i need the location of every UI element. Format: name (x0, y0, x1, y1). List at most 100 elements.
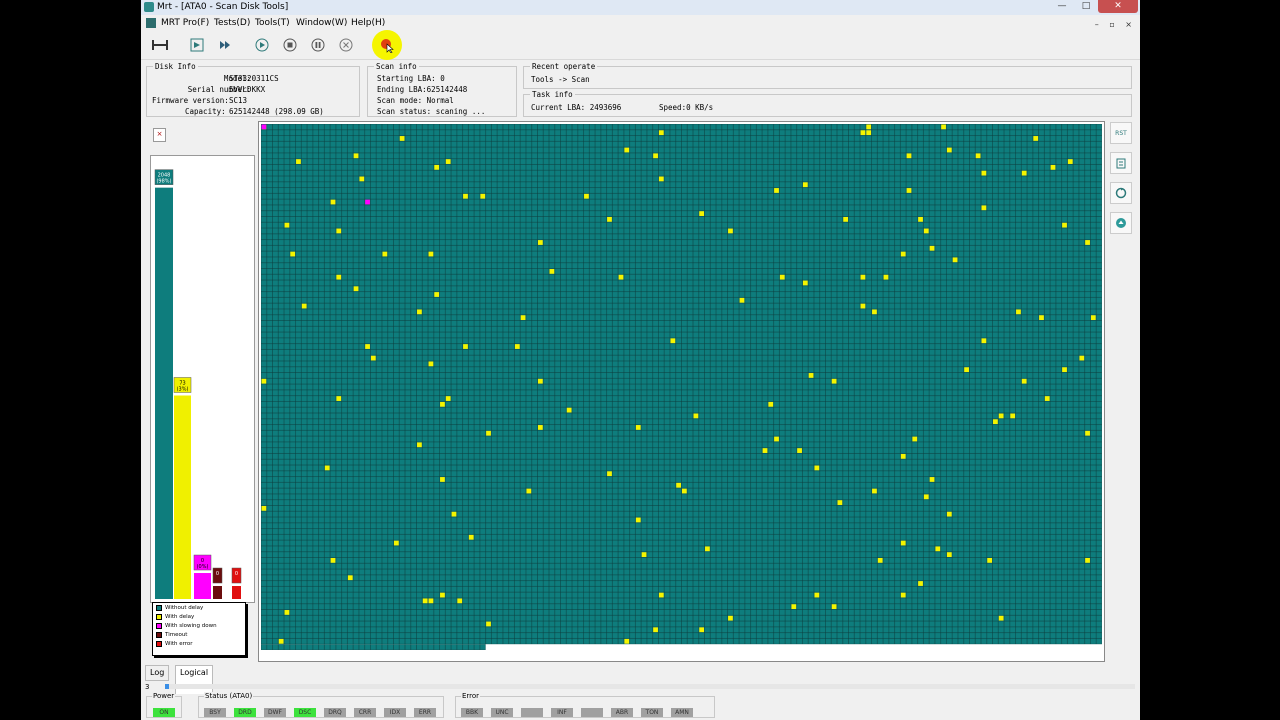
hist-value-label: (0%) (197, 564, 209, 570)
collapse-icon[interactable]: × (153, 128, 166, 142)
delay-block (1062, 367, 1067, 373)
ata-lamp-dwf: DWF (264, 708, 286, 717)
delay-block (1079, 355, 1085, 361)
legend-swatch (156, 622, 162, 629)
pause-button[interactable] (309, 36, 327, 54)
legend-label: Without delay (165, 604, 204, 611)
ata-lamp-idx: IDX (384, 708, 406, 717)
delay-block (843, 216, 849, 222)
delay-block (676, 482, 681, 488)
status-bar: Power ON Status (ATA0) BSY DRD DWF DSC DRQ CR… (141, 692, 1140, 720)
delay-block (929, 477, 935, 482)
delay-block (906, 153, 912, 159)
edit-button[interactable] (1110, 152, 1132, 174)
delay-block (278, 638, 284, 644)
power-lamp: ON (153, 708, 175, 717)
record-button[interactable] (378, 36, 396, 54)
delay-block (618, 274, 624, 280)
hist-value-label: (98%) (156, 179, 171, 185)
scan-settings-button[interactable] (188, 36, 206, 54)
cancel-button[interactable] (337, 36, 355, 54)
delay-block (693, 413, 699, 419)
delay-block (918, 581, 923, 586)
scan-mode: Scan mode: Normal (377, 96, 454, 105)
tab-log[interactable]: Log (145, 665, 170, 681)
delay-block (537, 240, 543, 245)
capacity-label: Capacity: (185, 107, 226, 116)
play-button[interactable] (253, 36, 271, 54)
slow-block (261, 124, 267, 130)
stop-button[interactable] (281, 36, 299, 54)
menu-tools[interactable]: Tools(T) (255, 15, 290, 31)
delay-block (1044, 396, 1050, 401)
delay-block (802, 280, 808, 286)
delay-block (831, 378, 837, 384)
reset-button[interactable]: RST (1110, 122, 1132, 144)
menu-mrt-pro[interactable]: MRT Pro(F) (161, 15, 209, 31)
delay-block (428, 251, 434, 257)
delay-block (658, 176, 664, 182)
minimize-button[interactable]: — (1050, 0, 1074, 13)
delay-block (946, 147, 952, 153)
delay-block (900, 592, 906, 598)
cancel-icon (339, 38, 353, 52)
delay-block (463, 193, 468, 199)
menu-window[interactable]: Window(W) (296, 15, 347, 31)
delay-block (860, 303, 866, 309)
error-group: Error BBK UNC INF ABR TON AMN (455, 692, 715, 718)
delay-block (514, 344, 520, 349)
maximize-button[interactable]: □ (1074, 0, 1098, 13)
delay-block (520, 315, 526, 321)
fast-forward-button[interactable] (216, 36, 234, 54)
delay-block (653, 153, 658, 159)
eject-icon (1116, 218, 1126, 228)
ata-status-group: Status (ATA0) BSY DRD DWF DSC DRQ CRR IDX ERR (198, 692, 444, 718)
capacity-value: 625142448 (298.09 GB) (229, 107, 324, 116)
delay-block (1090, 315, 1096, 321)
model-value: ST3320311CS (229, 74, 279, 83)
delay-block (330, 199, 336, 205)
delay-block (584, 193, 589, 199)
delay-block (607, 216, 612, 222)
legend-item-timeout: Timeout (156, 630, 245, 639)
delay-block (860, 274, 866, 280)
recent-operate-group: Recent operate Tools -> Scan (523, 62, 1132, 89)
legend-label: With slowing down (165, 622, 217, 629)
close-button[interactable]: ✕ (1098, 0, 1138, 13)
record-icon (381, 39, 394, 53)
delay-block (440, 477, 445, 482)
menu-bar: MRT Pro(F) Tests(D) Tools(T) Window(W) H… (141, 15, 1140, 31)
delay-block (428, 598, 434, 604)
refresh-button[interactable] (1110, 182, 1132, 204)
delay-block (681, 488, 687, 494)
delay-block (440, 592, 445, 598)
delay-block (906, 188, 912, 193)
delay-block (814, 465, 820, 471)
ata-status-title: Status (ATA0) (204, 692, 254, 700)
progress-text: 3 (145, 683, 150, 691)
delay-block (393, 540, 399, 546)
firmware-value: SC13 (229, 96, 248, 105)
error-title: Error (461, 692, 481, 700)
delay-block (670, 338, 676, 344)
firmware-label: Firmware version: (152, 96, 229, 105)
delay-block (935, 546, 941, 552)
delay-block (537, 425, 543, 430)
delay-block (353, 286, 359, 292)
delay-block (808, 373, 814, 378)
delay-block (941, 124, 946, 130)
scan-info-group: Scan info Starting LBA: 0 Ending LBA:625… (367, 62, 517, 117)
disk-select-button[interactable] (151, 36, 169, 54)
eject-button[interactable] (1110, 212, 1132, 234)
hist-bar-timeout (213, 586, 222, 599)
delay-block (952, 257, 958, 263)
delay-block (566, 407, 572, 413)
histogram-chart: 2048(98%)73(3%)0(0%)0 0 (154, 169, 242, 599)
menu-help[interactable]: Help(H) (351, 15, 385, 31)
scan-speed: Speed:0 KB/s (659, 103, 714, 112)
delay-block (382, 251, 388, 257)
menu-tests[interactable]: Tests(D) (214, 15, 250, 31)
delay-block (635, 517, 641, 523)
delay-block (486, 621, 491, 627)
delay-block (866, 124, 872, 130)
